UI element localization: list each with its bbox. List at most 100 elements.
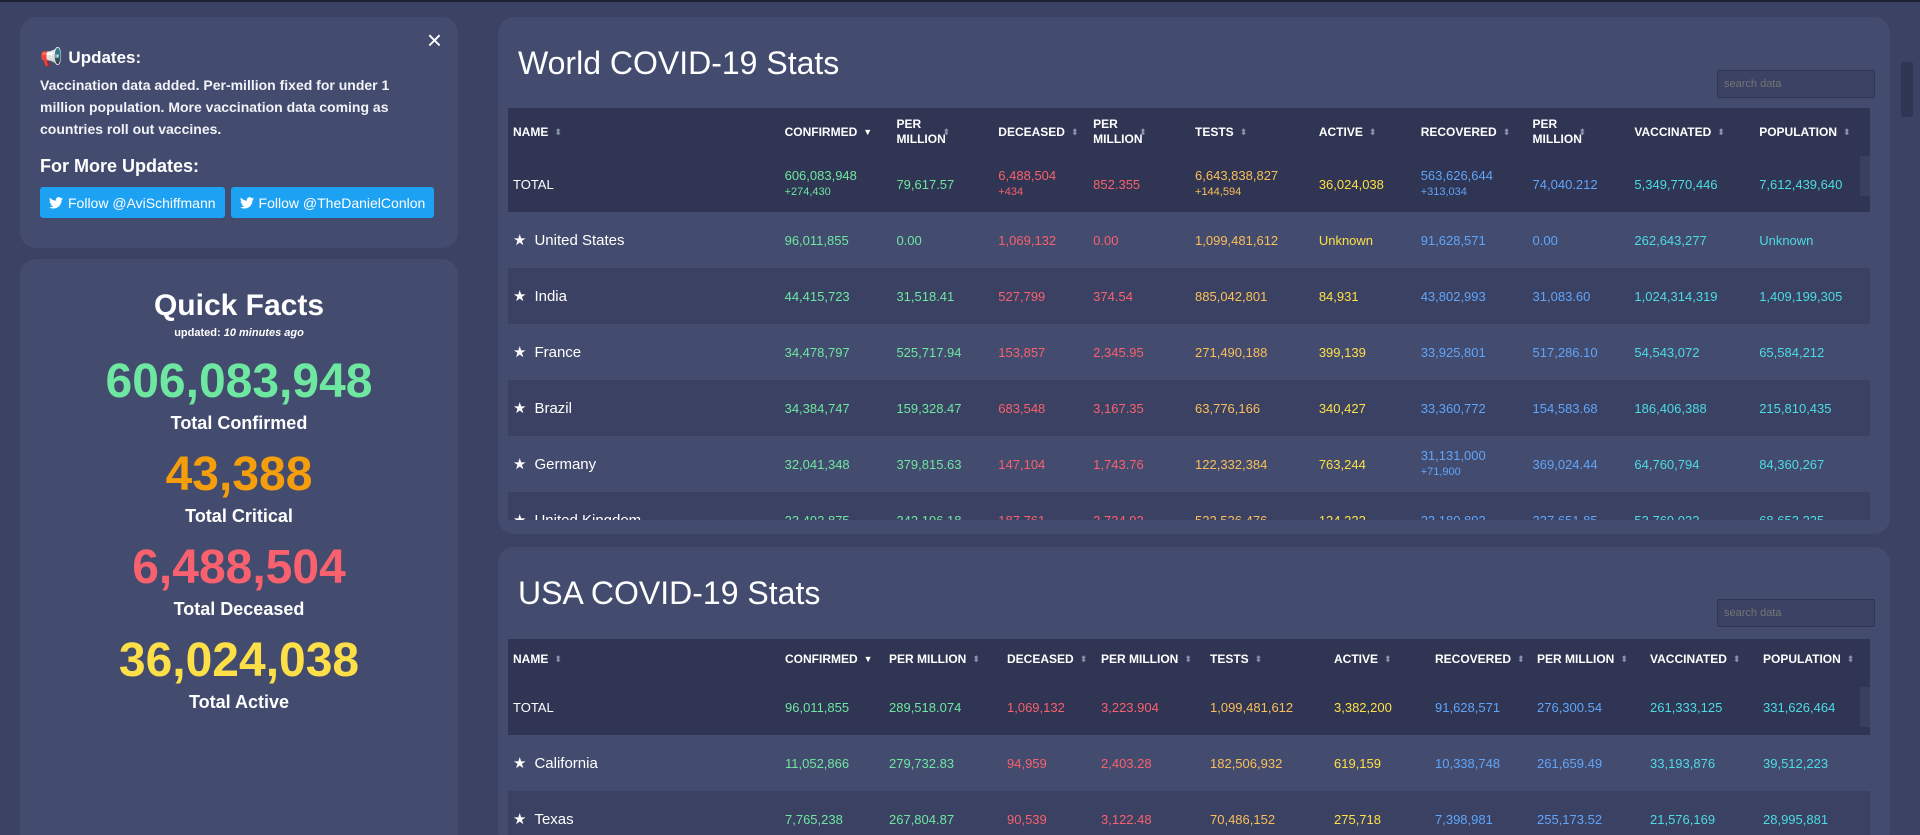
header-label: PER MILLION bbox=[1532, 117, 1582, 146]
cell-delta: +274,430 bbox=[784, 186, 831, 198]
cell-value: 70,486,152 bbox=[1210, 811, 1276, 827]
cell-value: 262,643,277 bbox=[1634, 232, 1707, 248]
cell-value: 525,717.94 bbox=[896, 344, 962, 360]
header-population[interactable]: POPULATION ⬍ bbox=[1754, 108, 1870, 156]
star-icon[interactable]: ★ bbox=[513, 755, 526, 772]
table-row[interactable]: ★ Texas 7,765,238 267,804.87 90,539 3,122.48 7… bbox=[508, 791, 1870, 835]
header-tests[interactable]: TESTS ⬍ bbox=[1190, 108, 1314, 156]
star-icon[interactable]: ★ bbox=[513, 344, 526, 361]
table-row[interactable]: ★ France 34,478,797 525,717.94 153,857 2,345.… bbox=[508, 324, 1870, 380]
header-per-million-confirmed[interactable]: PER MILLION ⬍ bbox=[884, 639, 1002, 679]
header-per-million-confirmed[interactable]: PER MILLION ⬍ bbox=[891, 108, 993, 156]
total-row[interactable]: TOTAL 96,011,855 289,518.074 1,069,132 3,223… bbox=[508, 679, 1870, 735]
cell-value: 94,959 bbox=[1007, 755, 1047, 771]
header-deceased[interactable]: DECEASED ⬍ bbox=[1002, 639, 1096, 679]
table-row[interactable]: ★ United States 96,011,855 0.00 1,069,132 0.0… bbox=[508, 212, 1870, 268]
cell-value: 34,384,747 bbox=[784, 400, 850, 416]
cell-value: 852.355 bbox=[1093, 176, 1141, 192]
cell-value: 44,415,723 bbox=[784, 288, 850, 304]
cell-vaccinated: 186,406,388 bbox=[1629, 400, 1754, 417]
cell-value: 5,349,770,446 bbox=[1634, 176, 1718, 192]
cell-value: 7,765,238 bbox=[785, 811, 843, 827]
header-vaccinated[interactable]: VACCINATED ⬍ bbox=[1629, 108, 1754, 156]
table-row[interactable]: ★ Germany 32,041,348 379,815.63 147,104 1,743… bbox=[508, 436, 1870, 492]
star-icon[interactable]: ★ bbox=[513, 456, 526, 473]
megaphone-icon: 📢 bbox=[40, 47, 63, 67]
header-label: RECOVERED bbox=[1420, 124, 1497, 139]
follow-avi-button[interactable]: Follow @AviSchiffmann bbox=[40, 187, 225, 218]
header-population[interactable]: POPULATION ⬍ bbox=[1758, 639, 1870, 679]
cell-value: California bbox=[534, 754, 598, 772]
world-search-input[interactable] bbox=[1717, 70, 1875, 98]
cell-rec-pm: 517,286.10 bbox=[1528, 344, 1630, 361]
star-icon[interactable]: ★ bbox=[513, 512, 526, 521]
header-per-million-recovered[interactable]: PER MILLION ⬍ bbox=[1528, 108, 1630, 156]
header-per-million-deceased[interactable]: PER MILLION ⬍ bbox=[1096, 639, 1205, 679]
table-row[interactable]: ★ Brazil 34,384,747 159,328.47 683,548 3,167.… bbox=[508, 380, 1870, 436]
header-recovered[interactable]: RECOVERED ⬍ bbox=[1430, 639, 1532, 679]
cell-population: 7,612,439,640 bbox=[1754, 176, 1870, 193]
cell-vaccinated: 64,760,794 bbox=[1629, 456, 1754, 473]
cell-value: 342,196.18 bbox=[896, 512, 962, 521]
sort-icon: ⬍ bbox=[1139, 126, 1147, 137]
header-deceased[interactable]: DECEASED ⬍ bbox=[993, 108, 1088, 156]
star-icon[interactable]: ★ bbox=[513, 232, 526, 249]
cell-value: 34,478,797 bbox=[784, 344, 850, 360]
close-icon[interactable]: × bbox=[427, 27, 442, 53]
star-icon[interactable]: ★ bbox=[513, 288, 526, 305]
header-recovered[interactable]: RECOVERED ⬍ bbox=[1416, 108, 1528, 156]
cell-name: ★ California bbox=[508, 755, 780, 772]
usa-table-scrollbar[interactable] bbox=[1860, 687, 1870, 727]
star-icon[interactable]: ★ bbox=[513, 811, 526, 828]
cell-conf-pm: 31,518.41 bbox=[891, 288, 993, 305]
world-table-scrollbar[interactable] bbox=[1860, 156, 1870, 196]
header-name[interactable]: NAME ⬍ bbox=[508, 639, 780, 679]
cell-value: 31,131,000 bbox=[1420, 448, 1486, 463]
sort-desc-icon: ▼ bbox=[863, 126, 873, 137]
world-stats-table: NAME ⬍ CONFIRMED ▼ PER MILLION ⬍ DECEASED ⬍ PER … bbox=[508, 108, 1870, 520]
page-scrollbar[interactable] bbox=[1893, 2, 1920, 835]
cell-recovered: 91,628,571 bbox=[1416, 232, 1528, 249]
sort-icon: ⬍ bbox=[972, 653, 980, 664]
total-row[interactable]: TOTAL 606,083,948 +274,430 79,617.57 6,488,5… bbox=[508, 156, 1870, 212]
cell-rec-pm: 261,659.49 bbox=[1532, 755, 1645, 772]
header-confirmed[interactable]: CONFIRMED ▼ bbox=[780, 108, 892, 156]
page-scrollbar-thumb[interactable] bbox=[1901, 62, 1913, 117]
cell-value: 527,799 bbox=[998, 288, 1046, 304]
cell-name: ★ France bbox=[508, 344, 780, 361]
cell-value: 1,743.76 bbox=[1093, 456, 1144, 472]
updates-text: Vaccination data added. Per-million fixe… bbox=[40, 77, 390, 137]
cell-population: 331,626,464 bbox=[1758, 699, 1870, 716]
header-per-million-deceased[interactable]: PER MILLION ⬍ bbox=[1088, 108, 1190, 156]
cell-value: 186,406,388 bbox=[1634, 400, 1707, 416]
header-label: TESTS bbox=[1210, 651, 1249, 666]
cell-value: 3,167.35 bbox=[1093, 400, 1144, 416]
cell-value: United Kingdom bbox=[534, 511, 642, 521]
world-stats-card: World COVID-19 Stats NAME ⬍ CONFIRMED ▼ PER … bbox=[498, 17, 1890, 534]
usa-search-input[interactable] bbox=[1717, 599, 1875, 627]
header-confirmed[interactable]: CONFIRMED ▼ bbox=[780, 639, 884, 679]
table-row[interactable]: ★ California 11,052,866 279,732.83 94,959 2,4… bbox=[508, 735, 1870, 791]
star-icon[interactable]: ★ bbox=[513, 400, 526, 417]
sort-icon: ⬍ bbox=[1239, 126, 1248, 137]
table-row[interactable]: ★ United Kingdom 23,492,875 342,196.18 187,7… bbox=[508, 492, 1870, 520]
cell-value: 33,193,876 bbox=[1650, 755, 1716, 771]
follow-daniel-button[interactable]: Follow @TheDanielConlon bbox=[230, 187, 435, 218]
header-active[interactable]: ACTIVE ⬍ bbox=[1329, 639, 1430, 679]
cell-recovered: 31,131,000 +71,900 bbox=[1416, 447, 1528, 481]
table-row[interactable]: ★ India 44,415,723 31,518.41 527,799 374.54 88… bbox=[508, 268, 1870, 324]
cell-dec-pm: 3,167.35 bbox=[1088, 400, 1190, 417]
sort-icon: ⬍ bbox=[554, 126, 562, 137]
cell-name: ★ Brazil bbox=[508, 400, 780, 417]
header-name[interactable]: NAME ⬍ bbox=[508, 108, 780, 156]
cell-conf-pm: 79,617.57 bbox=[891, 176, 993, 193]
cell-confirmed: 34,384,747 bbox=[780, 400, 892, 417]
header-active[interactable]: ACTIVE ⬍ bbox=[1314, 108, 1416, 156]
header-tests[interactable]: TESTS ⬍ bbox=[1205, 639, 1329, 679]
header-vaccinated[interactable]: VACCINATED ⬍ bbox=[1645, 639, 1758, 679]
cell-value: 122,332,384 bbox=[1195, 456, 1268, 472]
cell-value: 91,628,571 bbox=[1435, 699, 1501, 715]
header-per-million-recovered[interactable]: PER MILLION ⬍ bbox=[1532, 639, 1645, 679]
cell-rec-pm: 31,083.60 bbox=[1528, 288, 1630, 305]
cell-rec-pm: 154,583.68 bbox=[1528, 400, 1630, 417]
